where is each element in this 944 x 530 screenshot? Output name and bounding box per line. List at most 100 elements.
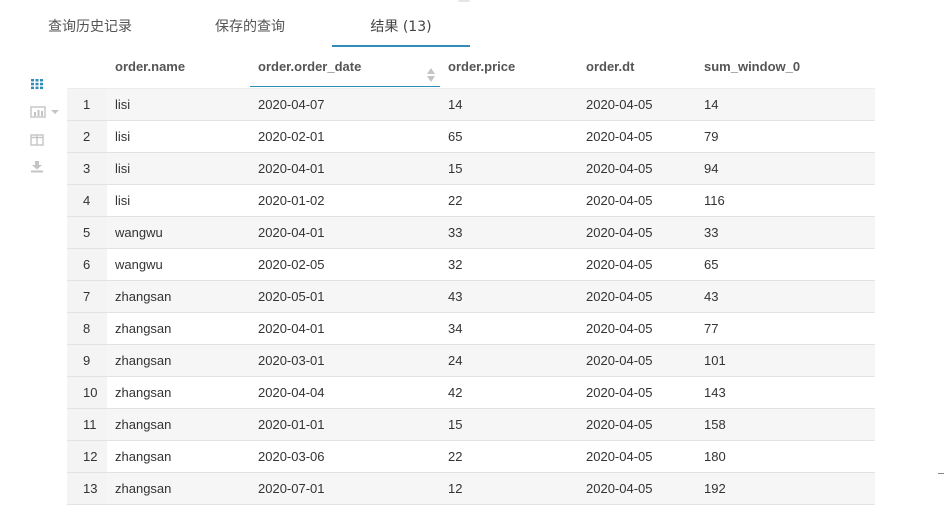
cell-order-date: 2020-01-01 (258, 417, 325, 432)
cell-name: lisi (115, 193, 131, 208)
cell-sum-window: 79 (704, 129, 719, 144)
row-number: 10 (67, 377, 107, 408)
row-number: 11 (67, 409, 107, 440)
cell-dt: 2020-04-05 (586, 129, 653, 144)
cell-price: 42 (448, 385, 463, 400)
cell-sum-window: 180 (704, 449, 726, 464)
cell-dt: 2020-04-05 (586, 417, 653, 432)
cell-price: 22 (448, 193, 463, 208)
table-row: 13 zhangsan 2020-07-01 12 2020-04-05 192 (67, 473, 875, 505)
cell-sum-window: 77 (704, 321, 719, 336)
result-tabs: 查询历史记录 保存的查询 结果 (13) (0, 0, 944, 48)
cell-name: wangwu (115, 225, 163, 240)
cell-dt: 2020-04-05 (586, 161, 653, 176)
cell-price: 33 (448, 225, 463, 240)
table-row: 5 wangwu 2020-04-01 33 2020-04-05 33 (67, 217, 875, 249)
row-number: 6 (67, 249, 107, 280)
table-row: 9 zhangsan 2020-03-01 24 2020-04-05 101 (67, 345, 875, 377)
column-header-sum-window[interactable]: sum_window_0 (696, 48, 875, 87)
download-button[interactable] (30, 160, 60, 178)
column-header-dt[interactable]: order.dt (578, 48, 696, 87)
tab-query-history[interactable]: 查询历史记录 (48, 0, 132, 46)
cell-sum-window: 101 (704, 353, 726, 368)
row-number: 9 (67, 345, 107, 376)
cell-order-date: 2020-04-01 (258, 161, 325, 176)
cell-order-date: 2020-04-07 (258, 97, 325, 112)
chart-view-button[interactable] (30, 106, 60, 124)
cell-name: zhangsan (115, 321, 172, 336)
cell-sum-window: 33 (704, 225, 719, 240)
cell-order-date: 2020-03-01 (258, 353, 325, 368)
chart-icon (30, 106, 60, 118)
column-header-order-date[interactable]: order.order_date (250, 48, 440, 87)
row-number: 5 (67, 217, 107, 248)
cell-sum-window: 192 (704, 481, 726, 496)
cell-name: zhangsan (115, 481, 172, 496)
cell-order-date: 2020-04-01 (258, 321, 325, 336)
cell-dt: 2020-04-05 (586, 481, 653, 496)
table-row: 10 zhangsan 2020-04-04 42 2020-04-05 143 (67, 377, 875, 409)
cell-sum-window: 158 (704, 417, 726, 432)
table-header: order.name order.order_date order.price … (67, 48, 875, 89)
cell-dt: 2020-04-05 (586, 257, 653, 272)
column-header-order-date-label: order.order_date (258, 59, 362, 74)
cell-order-date: 2020-05-01 (258, 289, 325, 304)
cell-price: 15 (448, 161, 463, 176)
cell-order-date: 2020-01-02 (258, 193, 325, 208)
column-header-price[interactable]: order.price (440, 48, 578, 87)
cell-dt: 2020-04-05 (586, 289, 653, 304)
cell-name: lisi (115, 97, 131, 112)
download-icon (30, 160, 60, 173)
cell-price: 15 (448, 417, 463, 432)
column-header-name[interactable]: order.name (107, 48, 250, 87)
cell-price: 12 (448, 481, 463, 496)
cell-name: zhangsan (115, 289, 172, 304)
cell-name: lisi (115, 129, 131, 144)
row-number: 7 (67, 281, 107, 312)
cell-order-date: 2020-02-05 (258, 257, 325, 272)
cell-price: 65 (448, 129, 463, 144)
cell-order-date: 2020-03-06 (258, 449, 325, 464)
cell-sum-window: 116 (704, 193, 725, 208)
cell-sum-window: 43 (704, 289, 719, 304)
row-number: 13 (67, 473, 107, 504)
columns-icon (30, 134, 60, 146)
cell-dt: 2020-04-05 (586, 321, 653, 336)
cell-order-date: 2020-02-01 (258, 129, 325, 144)
cell-price: 34 (448, 321, 463, 336)
cell-price: 32 (448, 257, 463, 272)
cell-name: zhangsan (115, 417, 172, 432)
tab-results[interactable]: 结果 (13) (332, 0, 470, 47)
cell-order-date: 2020-04-04 (258, 385, 325, 400)
cell-price: 22 (448, 449, 463, 464)
table-row: 12 zhangsan 2020-03-06 22 2020-04-05 180 (67, 441, 875, 473)
cell-sum-window: 94 (704, 161, 719, 176)
cell-name: zhangsan (115, 353, 172, 368)
cell-order-date: 2020-07-01 (258, 481, 325, 496)
cell-dt: 2020-04-05 (586, 449, 653, 464)
table-row: 2 lisi 2020-02-01 65 2020-04-05 79 (67, 121, 875, 153)
row-number: 3 (67, 153, 107, 184)
cell-name: zhangsan (115, 385, 172, 400)
edge-marker (938, 473, 944, 474)
columns-view-button[interactable] (30, 134, 60, 152)
grid-view-button[interactable] (30, 78, 60, 96)
table-row: 7 zhangsan 2020-05-01 43 2020-04-05 43 (67, 281, 875, 313)
table-row: 4 lisi 2020-01-02 22 2020-04-05 116 (67, 185, 875, 217)
cell-dt: 2020-04-05 (586, 225, 653, 240)
results-table: order.name order.order_date order.price … (67, 48, 875, 505)
table-row: 6 wangwu 2020-02-05 32 2020-04-05 65 (67, 249, 875, 281)
tab-saved-queries[interactable]: 保存的查询 (215, 0, 285, 46)
table-row: 1 lisi 2020-04-07 14 2020-04-05 14 (67, 89, 875, 121)
cell-dt: 2020-04-05 (586, 97, 653, 112)
row-number: 2 (67, 121, 107, 152)
cell-name: zhangsan (115, 449, 172, 464)
cell-sum-window: 14 (704, 97, 719, 112)
table-row: 3 lisi 2020-04-01 15 2020-04-05 94 (67, 153, 875, 185)
cell-name: lisi (115, 161, 131, 176)
cell-sum-window: 143 (704, 385, 726, 400)
cell-dt: 2020-04-05 (586, 193, 653, 208)
cell-price: 24 (448, 353, 463, 368)
row-number: 4 (67, 185, 107, 216)
cell-order-date: 2020-04-01 (258, 225, 325, 240)
